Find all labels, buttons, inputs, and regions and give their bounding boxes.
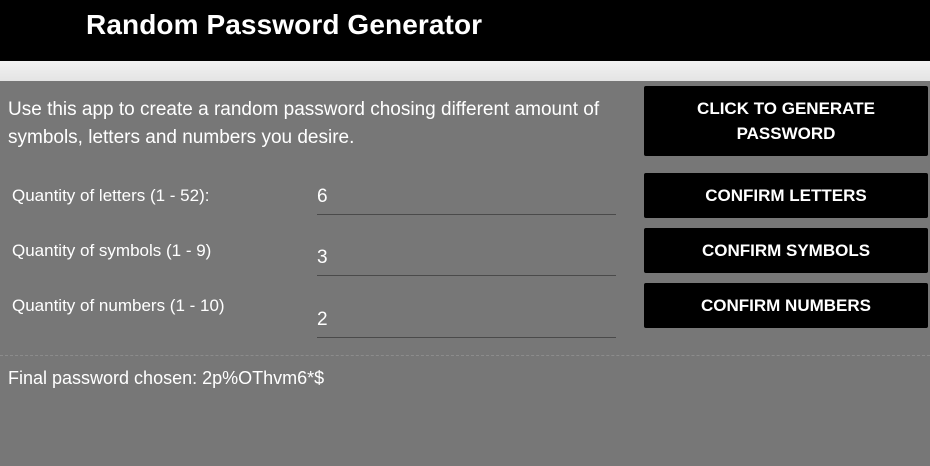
symbols-quantity-label: Quantity of symbols (1 - 9) — [12, 241, 212, 260]
app-header: Random Password Generator — [0, 0, 930, 61]
intro-text: Use this app to create a random password… — [8, 99, 600, 148]
letters-quantity-label: Quantity of letters (1 - 52): — [12, 186, 210, 205]
numbers-quantity-input[interactable] — [317, 303, 616, 338]
symbols-quantity-input[interactable] — [317, 241, 616, 276]
letters-quantity-input[interactable] — [317, 180, 616, 215]
confirm-letters-button[interactable]: CONFIRM LETTERS — [644, 173, 928, 218]
confirm-numbers-button[interactable]: CONFIRM NUMBERS — [644, 283, 928, 328]
section-divider — [0, 355, 930, 356]
page-title: Random Password Generator — [86, 9, 483, 40]
final-password-text: Final password chosen: 2p%OThvm6*$ — [8, 368, 325, 388]
main-content: Use this app to create a random password… — [0, 81, 930, 466]
numbers-quantity-label: Quantity of numbers (1 - 10) — [12, 296, 225, 315]
generate-password-button[interactable]: CLICK TO GENERATE PASSWORD — [644, 86, 928, 156]
header-separator-band — [0, 61, 930, 81]
confirm-symbols-button[interactable]: CONFIRM SYMBOLS — [644, 228, 928, 273]
